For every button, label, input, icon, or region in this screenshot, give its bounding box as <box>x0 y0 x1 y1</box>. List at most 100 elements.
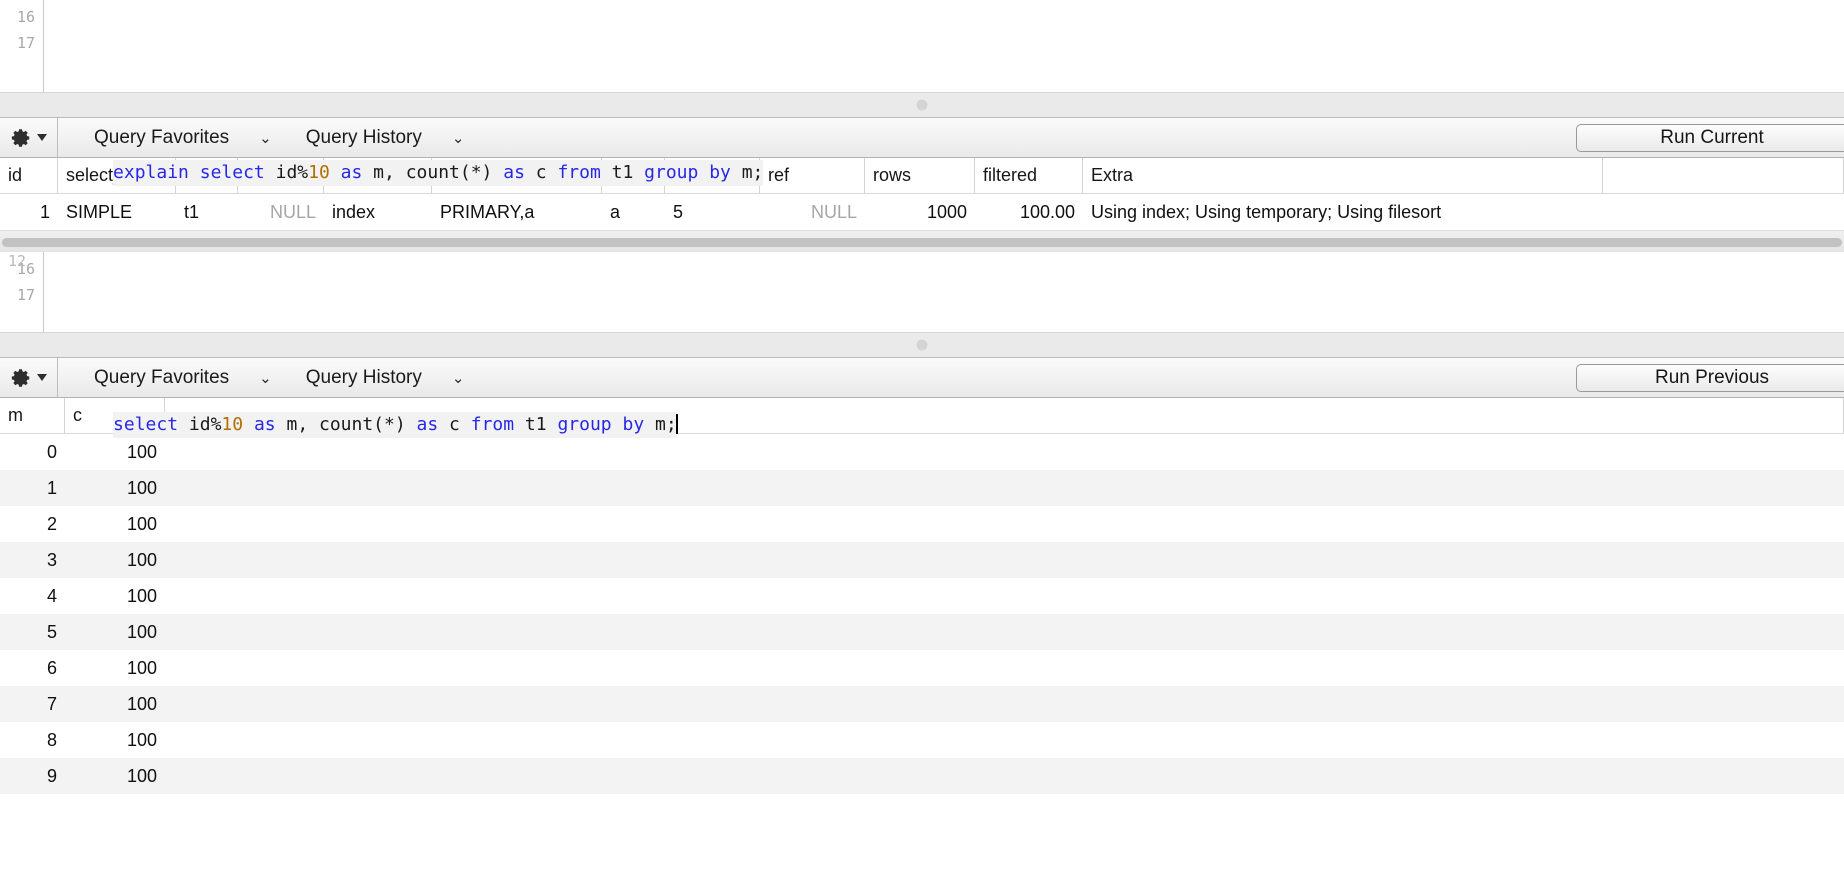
chevron-down-icon <box>37 374 47 381</box>
sql-token: t1 <box>514 414 558 435</box>
sql-token: explain <box>113 162 189 183</box>
sql-token: select <box>199 162 265 183</box>
query-favorites-label: Query Favorites <box>94 366 230 388</box>
sql-token: m, count(*) <box>275 414 417 435</box>
code-area-bottom[interactable]: select id%10 as m, count(*) as c from t1… <box>44 252 1844 438</box>
cell-blank[interactable] <box>165 686 1844 722</box>
run-current-button[interactable]: Run Current <box>1576 123 1844 152</box>
table-row[interactable]: 2 100 <box>0 506 1844 542</box>
table-row[interactable]: 4 100 <box>0 578 1844 614</box>
cell-m[interactable]: 6 <box>0 650 65 686</box>
splitter-grip-icon[interactable] <box>916 99 928 111</box>
query-favorites-label: Query Favorites <box>94 126 230 148</box>
settings-menu-button-top[interactable] <box>0 118 58 157</box>
table-row[interactable]: 9 100 <box>0 758 1844 794</box>
chevron-down-icon: ⌄ <box>259 368 272 387</box>
query-favorites-menu-bottom[interactable]: Query Favorites ⌄ <box>94 367 272 389</box>
query-history-menu-bottom[interactable]: Query History ⌄ <box>306 367 465 389</box>
query-history-label: Query History <box>305 126 422 148</box>
cell-blank[interactable] <box>165 758 1844 794</box>
cell-m[interactable]: 4 <box>0 578 65 614</box>
cell-c[interactable]: 100 <box>65 614 165 650</box>
table-row[interactable]: 6 100 <box>0 650 1844 686</box>
chevron-down-icon: ⌄ <box>451 128 465 147</box>
sql-token: 10 <box>221 414 244 435</box>
cell-blank[interactable] <box>165 614 1844 650</box>
run-previous-button[interactable]: Run Previous <box>1576 363 1844 392</box>
sql-token: % <box>297 162 309 183</box>
cell-c[interactable]: 100 <box>65 506 165 542</box>
pane-splitter-bottom[interactable] <box>0 332 1844 358</box>
sql-token: m; <box>730 162 764 183</box>
table-row[interactable]: 5 100 <box>0 614 1844 650</box>
gear-icon <box>11 368 30 387</box>
cell-m[interactable]: 2 <box>0 506 65 542</box>
sql-token: m; <box>644 414 677 435</box>
sql-token: as <box>253 414 276 435</box>
query-toolbar-top: Query Favorites ⌄ Query History ⌄ Run Cu… <box>0 118 1844 158</box>
cell-blank[interactable] <box>165 542 1844 578</box>
sql-token: m, count(*) <box>362 162 504 183</box>
chevron-down-icon: ⌄ <box>451 368 465 387</box>
cell-blank[interactable] <box>165 650 1844 686</box>
cell-blank[interactable] <box>165 506 1844 542</box>
line-number: 17 <box>16 286 35 304</box>
query-history-label: Query History <box>305 366 422 388</box>
sql-editor-bottom[interactable]: 16 17 12 select id%10 as m, count(*) as … <box>0 252 1844 438</box>
sql-statement-top: explain select id%10 as m, count(*) as c… <box>113 160 764 186</box>
cell-blank[interactable] <box>165 578 1844 614</box>
ghost-line-number: 12 <box>8 252 27 270</box>
cell-c[interactable]: 100 <box>65 578 165 614</box>
sql-token: as <box>416 414 439 435</box>
sql-editor-top[interactable]: 16 17 explain select id%10 as m, count(*… <box>0 0 1844 186</box>
pane-splitter-top[interactable] <box>0 92 1844 118</box>
sql-token: select <box>113 414 179 435</box>
query-favorites-menu-top[interactable]: Query Favorites ⌄ <box>94 127 272 149</box>
line-number: 17 <box>16 34 35 52</box>
sql-token: % <box>210 414 222 435</box>
table-row[interactable]: 1 100 <box>0 470 1844 506</box>
cell-c[interactable]: 100 <box>65 650 165 686</box>
sql-token: 10 <box>308 162 330 183</box>
cell-blank[interactable] <box>165 722 1844 758</box>
sql-token: as <box>340 162 363 183</box>
cell-c[interactable]: 100 <box>65 722 165 758</box>
sql-token: c <box>524 162 558 183</box>
cell-m[interactable]: 1 <box>0 470 65 506</box>
sql-token: group <box>644 162 699 183</box>
sql-token: id <box>178 414 211 435</box>
query-history-menu-top[interactable]: Query History ⌄ <box>306 127 465 149</box>
table-row[interactable]: 3 100 <box>0 542 1844 578</box>
cell-m[interactable]: 7 <box>0 686 65 722</box>
cell-c[interactable]: 100 <box>65 686 165 722</box>
toolbar-menu-bottom: Query Favorites ⌄ Query History ⌄ <box>58 358 464 397</box>
horizontal-scrollbar-explain[interactable] <box>0 230 1844 252</box>
line-number: 16 <box>16 8 35 26</box>
settings-menu-button-bottom[interactable] <box>0 358 58 397</box>
cell-c[interactable]: 100 <box>65 470 165 506</box>
table-row[interactable]: 8 100 <box>0 722 1844 758</box>
cell-m[interactable]: 5 <box>0 614 65 650</box>
code-area-top[interactable]: explain select id%10 as m, count(*) as c… <box>44 0 1844 186</box>
cell-m[interactable]: 8 <box>0 722 65 758</box>
sql-token: from <box>470 414 515 435</box>
chevron-down-icon: ⌄ <box>259 128 272 147</box>
cell-c[interactable]: 100 <box>65 542 165 578</box>
splitter-grip-icon[interactable] <box>916 339 928 351</box>
cell-blank[interactable] <box>165 470 1844 506</box>
cell-c[interactable]: 100 <box>65 758 165 794</box>
line-number-gutter-top: 16 17 <box>0 0 44 92</box>
cell-m[interactable]: 9 <box>0 758 65 794</box>
cell-m[interactable]: 3 <box>0 542 65 578</box>
sql-token: c <box>438 414 471 435</box>
table-row[interactable]: 7 100 <box>0 686 1844 722</box>
scrollbar-thumb[interactable] <box>2 238 1842 247</box>
